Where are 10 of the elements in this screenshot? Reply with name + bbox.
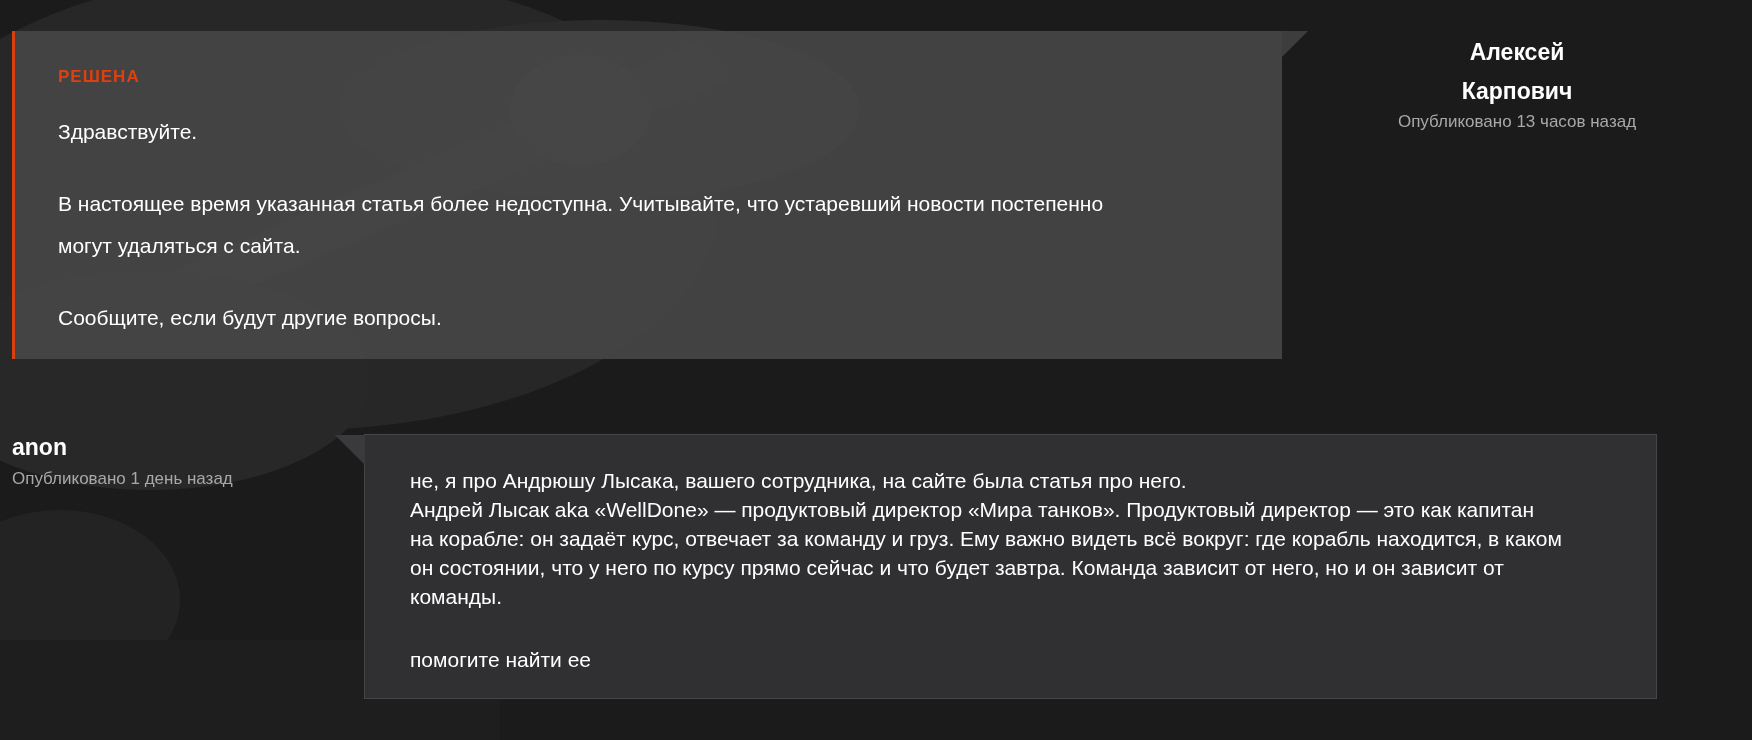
published-time: Опубликовано 1 день назад xyxy=(12,468,233,490)
published-time: Опубликовано 13 часов назад xyxy=(1397,111,1637,133)
status-label: РЕШЕНА xyxy=(58,67,141,87)
message-text: Сообщите, если будут другие вопросы. xyxy=(58,305,443,331)
message-text: Здравствуйте. xyxy=(58,119,199,145)
message-text: не, я про Андрюшу Лысака, вашего сотрудника, на сайте была статья про него. Андрей Лысак aka «WellDone» — продуктовый директор «Мира танков». Продуктовый директор — это как капитан на корабле: он задаёт курс, отвечает за команду и груз. Ему важно видеть всё вокруг: где корабль находится, в каком он состоянии, что у него по курсу прямо сейчас и что будет завтра. Команда зависит от него, но и он зависит от команды. xyxy=(410,468,1562,610)
message-text: В настоящее время указанная статья более недоступна. Учитывайте, что устаревший новости постепенно могут удаляться с сайта. xyxy=(58,191,1105,259)
author-name: Алексей Карпович xyxy=(1460,38,1574,106)
message-text: помогите найти ее xyxy=(410,647,592,673)
author-name: anon xyxy=(12,433,67,462)
